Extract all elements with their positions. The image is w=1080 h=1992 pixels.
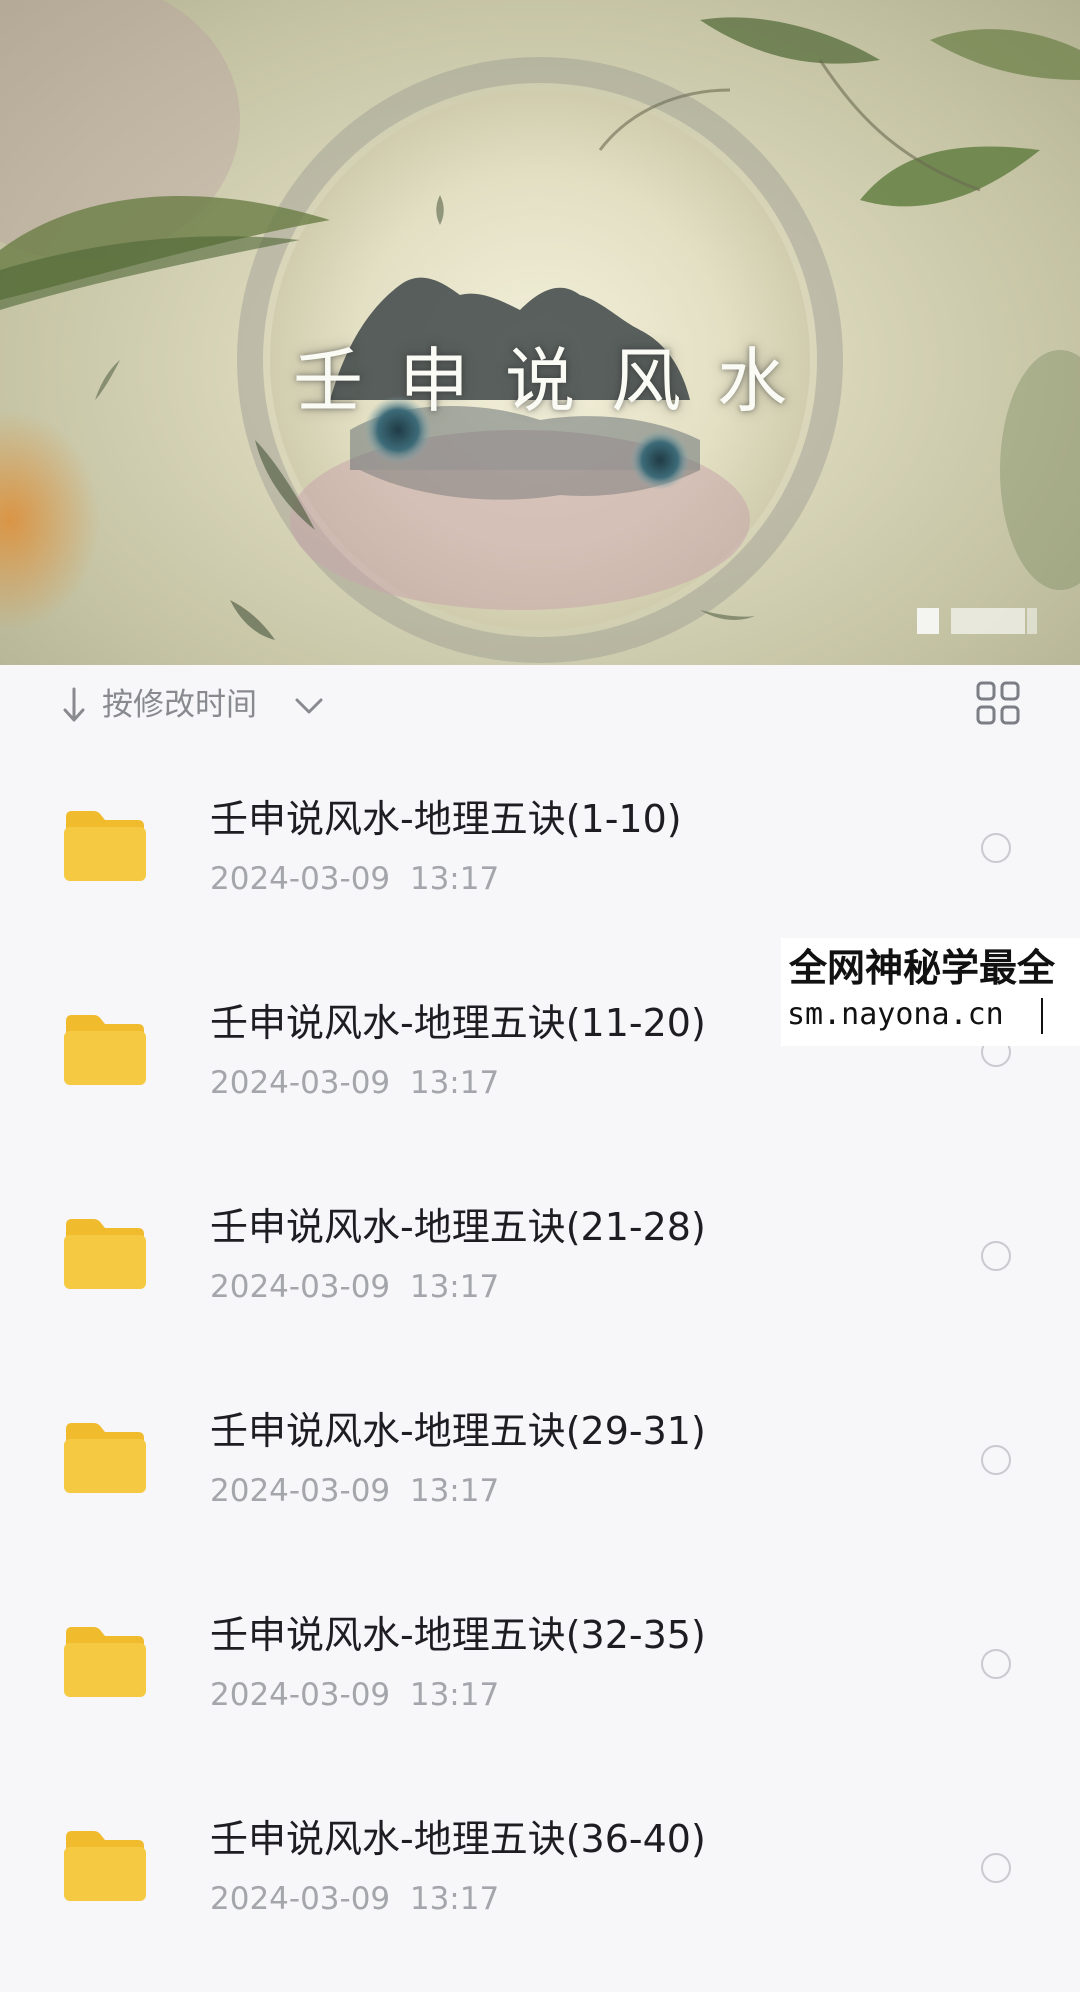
watermark-url: sm.nayona.cn: [787, 997, 1004, 1032]
folder-icon: [64, 1831, 146, 1901]
select-checkbox[interactable]: [981, 1445, 1011, 1475]
down-arrow-icon[interactable]: [60, 685, 88, 725]
file-name: 壬申说风水-地理五诀(1-10): [210, 797, 682, 841]
watermark-text: 全网神秘学最全: [789, 946, 1056, 990]
file-date: 2024-03-09 13:17: [210, 861, 500, 897]
list-item[interactable]: 壬申说风水-地理五诀(29-31) 2024-03-09 13:17: [0, 1361, 1080, 1565]
file-date: 2024-03-09 13:17: [210, 1269, 500, 1305]
select-checkbox[interactable]: [981, 1853, 1011, 1883]
list-item[interactable]: 壬申说风水-地理五诀(36-40) 2024-03-09 13:17: [0, 1769, 1080, 1973]
select-checkbox[interactable]: [981, 833, 1011, 863]
banner-image: 壬申说风水: [0, 0, 1080, 665]
file-name: 壬申说风水-地理五诀(29-31): [210, 1409, 706, 1453]
file-name: 壬申说风水-地理五诀(32-35): [210, 1613, 706, 1657]
watermark-overlay: 全网神秘学最全 sm.nayona.cn: [781, 938, 1080, 1046]
folder-icon: [64, 1627, 146, 1697]
file-date: 2024-03-09 13:17: [210, 1473, 500, 1509]
file-date: 2024-03-09 13:17: [210, 1881, 500, 1917]
sort-bar: 按修改时间: [0, 665, 1080, 749]
select-checkbox[interactable]: [981, 1241, 1011, 1271]
sort-by-modified-time[interactable]: 按修改时间: [102, 685, 257, 725]
file-name: 壬申说风水-地理五诀(36-40): [210, 1817, 706, 1861]
select-checkbox[interactable]: [981, 1649, 1011, 1679]
folder-icon: [64, 1015, 146, 1085]
folder-icon: [64, 811, 146, 881]
banner-title: 壬申说风水: [293, 340, 823, 422]
grid-view-icon[interactable]: [975, 680, 1021, 726]
list-item[interactable]: 壬申说风水-地理五诀(1-10) 2024-03-09 13:17: [0, 749, 1080, 953]
file-date: 2024-03-09 13:17: [210, 1065, 500, 1101]
file-date: 2024-03-09 13:17: [210, 1677, 500, 1713]
list-item[interactable]: 壬申说风水-地理五诀(21-28) 2024-03-09 13:17: [0, 1157, 1080, 1361]
file-name: 壬申说风水-地理五诀(21-28): [210, 1205, 706, 1249]
folder-icon: [64, 1219, 146, 1289]
chevron-down-icon[interactable]: [292, 693, 326, 719]
file-name: 壬申说风水-地理五诀(11-20): [210, 1001, 706, 1045]
file-list: 壬申说风水-地理五诀(1-10) 2024-03-09 13:17 壬申说风水-…: [0, 749, 1080, 1973]
list-item[interactable]: 壬申说风水-地理五诀(32-35) 2024-03-09 13:17: [0, 1565, 1080, 1769]
text-cursor: [1041, 998, 1043, 1034]
blurred-watermark: [915, 604, 1045, 636]
folder-icon: [64, 1423, 146, 1493]
